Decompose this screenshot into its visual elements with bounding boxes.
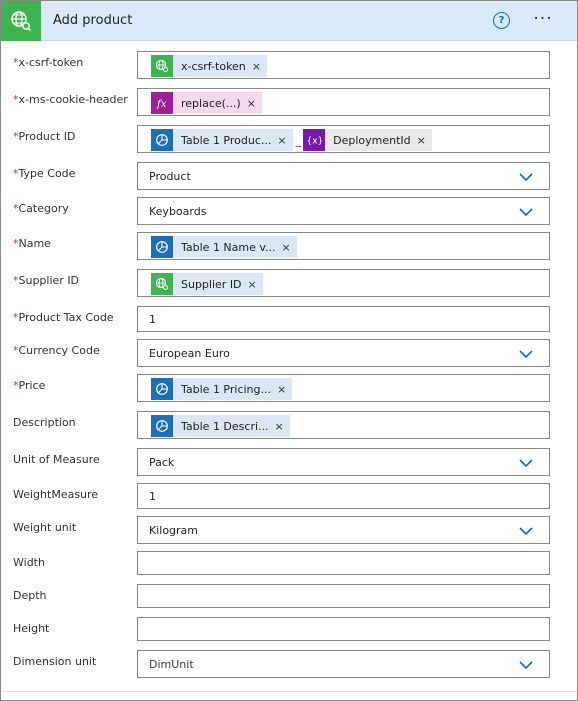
connector-globe-icon xyxy=(1,1,41,41)
weight-measure-input[interactable]: 1 xyxy=(137,483,550,509)
field-label: *Price xyxy=(13,379,46,392)
field-label: Height xyxy=(13,622,50,635)
price-input[interactable]: Table 1 Pricing... × xyxy=(137,374,550,402)
weight-unit-dropdown[interactable]: Kilogram xyxy=(137,516,550,544)
remove-token-icon[interactable]: × xyxy=(282,241,297,254)
chevron-down-icon xyxy=(519,661,533,670)
remove-token-icon[interactable]: × xyxy=(277,134,292,147)
name-input[interactable]: Table 1 Name v... × xyxy=(137,232,550,260)
field-label: Depth xyxy=(13,589,47,602)
svg-text:{x}: {x} xyxy=(307,137,323,147)
field-label: Weight unit xyxy=(13,521,77,534)
excel-table-icon xyxy=(151,415,173,437)
description-input[interactable]: Table 1 Descri... × xyxy=(137,411,550,439)
category-dropdown[interactable]: Keyboards xyxy=(137,197,550,225)
help-icon[interactable]: ? xyxy=(493,12,510,29)
field-label: *Type Code xyxy=(13,167,76,180)
excel-table-icon xyxy=(151,129,173,151)
field-label: Dimension unit xyxy=(13,655,97,668)
token-table-pricing[interactable]: Table 1 Pricing... × xyxy=(151,378,293,400)
x-ms-cookie-header-input[interactable]: fx replace(...) × xyxy=(137,88,550,116)
field-label: *Category xyxy=(13,202,69,215)
connector-globe-icon xyxy=(151,273,173,295)
product-tax-code-input[interactable]: 1 xyxy=(137,306,550,332)
chevron-down-icon xyxy=(519,173,533,182)
remove-token-icon[interactable]: × xyxy=(248,278,263,291)
action-title: Add product xyxy=(53,13,133,28)
remove-token-icon[interactable]: × xyxy=(277,383,292,396)
field-label: *x-ms-cookie-header xyxy=(13,93,128,106)
depth-input[interactable] xyxy=(137,584,550,608)
token-x-csrf-token[interactable]: x-csrf-token × xyxy=(151,55,267,77)
remove-token-icon[interactable]: × xyxy=(247,97,262,110)
more-options-icon[interactable]: ··· xyxy=(530,9,556,29)
field-label: Width xyxy=(13,556,45,569)
field-label: *Currency Code xyxy=(13,344,100,357)
token-supplier-id[interactable]: Supplier ID × xyxy=(151,273,263,295)
token-table-description[interactable]: Table 1 Descri... × xyxy=(151,415,290,437)
connector-globe-icon xyxy=(151,55,173,77)
field-label: *Supplier ID xyxy=(13,274,80,287)
card-footer-divider xyxy=(1,691,577,692)
excel-table-icon xyxy=(151,236,173,258)
width-input[interactable] xyxy=(137,551,550,575)
currency-code-dropdown[interactable]: European Euro xyxy=(137,339,550,367)
variable-icon: {x} xyxy=(303,129,326,151)
height-input[interactable] xyxy=(137,617,550,641)
chevron-down-icon xyxy=(519,208,533,217)
dimension-unit-dropdown[interactable]: DimUnit xyxy=(137,650,550,678)
field-label: *Product ID xyxy=(13,130,76,143)
expression-fx-icon: fx xyxy=(151,92,173,114)
field-label: WeightMeasure xyxy=(13,488,99,501)
token-replace-expression[interactable]: fx replace(...) × xyxy=(151,92,262,114)
excel-table-icon xyxy=(151,378,173,400)
field-label: *Product Tax Code xyxy=(13,311,114,324)
field-label: *Name xyxy=(13,237,51,250)
action-header[interactable]: Add product ? ··· xyxy=(1,1,577,41)
remove-token-icon[interactable]: × xyxy=(252,60,267,73)
unit-of-measure-dropdown[interactable]: Pack xyxy=(137,448,550,476)
svg-text:fx: fx xyxy=(156,99,167,110)
token-table-name[interactable]: Table 1 Name v... × xyxy=(151,236,297,258)
action-card: Add product ? ··· *x-csrf-token x-csrf-t… xyxy=(0,0,578,701)
token-table-product[interactable]: Table 1 Produc... × xyxy=(151,129,293,151)
supplier-id-input[interactable]: Supplier ID × xyxy=(137,269,550,297)
field-label: Description xyxy=(13,416,76,429)
literal-separator: _ xyxy=(295,133,302,147)
x-csrf-token-input[interactable]: x-csrf-token × xyxy=(137,51,550,79)
type-code-dropdown[interactable]: Product xyxy=(137,162,550,190)
chevron-down-icon xyxy=(519,527,533,536)
remove-token-icon[interactable]: × xyxy=(275,420,290,433)
field-label: Unit of Measure xyxy=(13,453,100,466)
remove-token-icon[interactable]: × xyxy=(417,134,432,147)
product-id-input[interactable]: Table 1 Produc... × _ {x} DeploymentId × xyxy=(137,125,550,153)
field-label: *x-csrf-token xyxy=(13,56,84,69)
chevron-down-icon xyxy=(519,350,533,359)
chevron-down-icon xyxy=(519,459,533,468)
token-deployment-id[interactable]: {x} DeploymentId × xyxy=(303,129,432,151)
